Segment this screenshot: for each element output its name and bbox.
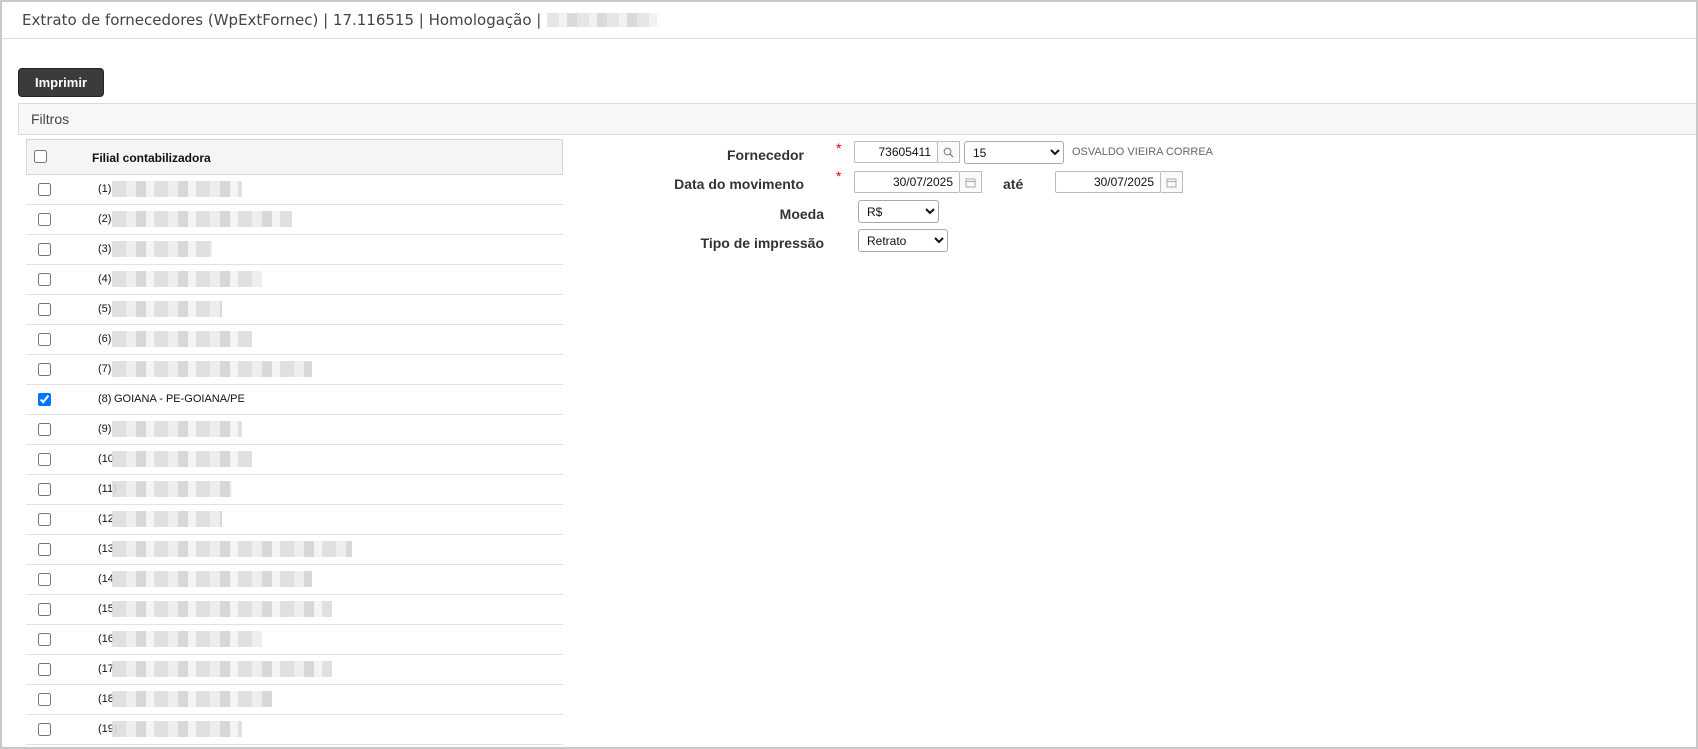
- date-label: Data do movimento: [674, 176, 804, 192]
- filters-section-header[interactable]: Filtros: [18, 103, 1696, 135]
- branch-checkbox[interactable]: [38, 243, 51, 256]
- redacted-branch-name: [112, 481, 232, 497]
- branch-row[interactable]: (1): [26, 175, 563, 205]
- date-from-input[interactable]: [854, 171, 960, 193]
- branch-checkbox[interactable]: [38, 273, 51, 286]
- branch-row[interactable]: (14: [26, 565, 563, 595]
- app-window: Extrato de fornecedores (WpExtFornec) | …: [0, 0, 1698, 749]
- branch-table-header: Filial contabilizadora: [26, 139, 563, 175]
- page-title-text: Extrato de fornecedores (WpExtFornec) | …: [22, 11, 542, 29]
- branch-checkbox[interactable]: [38, 723, 51, 736]
- supplier-label: Fornecedor: [726, 147, 804, 163]
- branch-checkbox[interactable]: [38, 603, 51, 616]
- branch-row[interactable]: (13: [26, 535, 563, 565]
- redacted-branch-name: [112, 661, 332, 677]
- branch-checkbox[interactable]: [38, 453, 51, 466]
- branch-checkbox[interactable]: [38, 633, 51, 646]
- branch-checkbox[interactable]: [38, 393, 51, 406]
- branch-row[interactable]: (11): [26, 475, 563, 505]
- print-type-select[interactable]: Retrato: [858, 229, 948, 252]
- select-all-checkbox[interactable]: [34, 150, 47, 163]
- branch-row[interactable]: (10: [26, 445, 563, 475]
- branch-checkbox[interactable]: [38, 183, 51, 196]
- branch-checkbox[interactable]: [38, 573, 51, 586]
- branch-code: (6): [98, 333, 112, 345]
- until-label: até: [1003, 176, 1024, 192]
- search-icon: [943, 147, 954, 157]
- calendar-icon: [1166, 178, 1177, 187]
- branch-row[interactable]: (2): [26, 205, 563, 235]
- redacted-branch-name: [112, 571, 312, 587]
- redacted-branch-name: [112, 541, 352, 557]
- print-button[interactable]: Imprimir: [18, 68, 104, 97]
- branch-row[interactable]: (19): [26, 715, 563, 745]
- branch-row[interactable]: (8) GOIANA - PE-GOIANA/PE: [26, 385, 563, 415]
- supplier-name: OSVALDO VIEIRA CORREA: [1072, 146, 1214, 158]
- filters-section-title: Filtros: [31, 111, 70, 127]
- branch-code: (2): [98, 213, 112, 225]
- branch-row[interactable]: (6): [26, 325, 563, 355]
- branch-code: (5): [98, 303, 112, 315]
- branch-table: Filial contabilizadora (1) (2) (3) (4) (5) (6…: [26, 139, 563, 745]
- redacted-environment: [547, 13, 658, 27]
- branch-row[interactable]: (7): [26, 355, 563, 385]
- branch-code: (1): [98, 183, 112, 195]
- redacted-branch-name: [112, 361, 312, 377]
- branch-row[interactable]: (9): [26, 415, 563, 445]
- branch-row[interactable]: (4): [26, 265, 563, 295]
- branch-column-header: Filial contabilizadora: [92, 151, 211, 165]
- supplier-branch-select[interactable]: 15: [964, 141, 1064, 164]
- branch-rows: (1) (2) (3) (4) (5) (6) (7) (8) GOIANA - PE-GOIA…: [26, 175, 563, 745]
- redacted-branch-name: [112, 181, 242, 197]
- date-to-input[interactable]: [1055, 171, 1161, 193]
- date-from-calendar-button[interactable]: [960, 171, 982, 193]
- branch-checkbox[interactable]: [38, 543, 51, 556]
- redacted-branch-name: [112, 301, 222, 317]
- redacted-branch-name: [112, 271, 262, 287]
- branch-name: GOIANA - PE-GOIANA/PE: [114, 393, 245, 405]
- branch-row[interactable]: (3): [26, 235, 563, 265]
- redacted-branch-name: [112, 511, 222, 527]
- date-required-mark: *: [836, 168, 842, 184]
- branch-checkbox[interactable]: [38, 303, 51, 316]
- branch-checkbox[interactable]: [38, 483, 51, 496]
- redacted-branch-name: [112, 601, 332, 617]
- print-type-label: Tipo de impressão: [700, 235, 824, 251]
- branch-row[interactable]: (16: [26, 625, 563, 655]
- redacted-branch-name: [112, 331, 252, 347]
- branch-row[interactable]: (18: [26, 685, 563, 715]
- redacted-branch-name: [112, 631, 262, 647]
- branch-checkbox[interactable]: [38, 693, 51, 706]
- supplier-required-mark: *: [836, 140, 842, 156]
- branch-code: (7): [98, 363, 112, 375]
- branch-checkbox[interactable]: [38, 363, 51, 376]
- branch-code: (8): [98, 393, 112, 405]
- branch-row[interactable]: (17: [26, 655, 563, 685]
- currency-select[interactable]: R$: [858, 200, 939, 223]
- branch-row[interactable]: (15: [26, 595, 563, 625]
- branch-checkbox[interactable]: [38, 513, 51, 526]
- branch-row[interactable]: (5): [26, 295, 563, 325]
- supplier-code-input[interactable]: [854, 141, 938, 163]
- redacted-branch-name: [112, 691, 272, 707]
- redacted-branch-name: [112, 721, 242, 737]
- branch-code: (3): [98, 243, 112, 255]
- page-title: Extrato de fornecedores (WpExtFornec) | …: [22, 11, 658, 29]
- redacted-branch-name: [112, 451, 252, 467]
- branch-code: (4): [98, 273, 112, 285]
- redacted-branch-name: [112, 421, 242, 437]
- supplier-search-button[interactable]: [938, 141, 960, 163]
- branch-code: (9): [98, 423, 112, 435]
- branch-row[interactable]: (12: [26, 505, 563, 535]
- title-bar: Extrato de fornecedores (WpExtFornec) | …: [2, 2, 1696, 39]
- redacted-branch-name: [112, 241, 212, 257]
- branch-checkbox[interactable]: [38, 423, 51, 436]
- branch-checkbox[interactable]: [38, 213, 51, 226]
- branch-checkbox[interactable]: [38, 333, 51, 346]
- branch-checkbox[interactable]: [38, 663, 51, 676]
- redacted-branch-name: [112, 211, 292, 227]
- date-to-calendar-button[interactable]: [1161, 171, 1183, 193]
- calendar-icon: [965, 178, 976, 187]
- currency-label: Moeda: [779, 206, 824, 222]
